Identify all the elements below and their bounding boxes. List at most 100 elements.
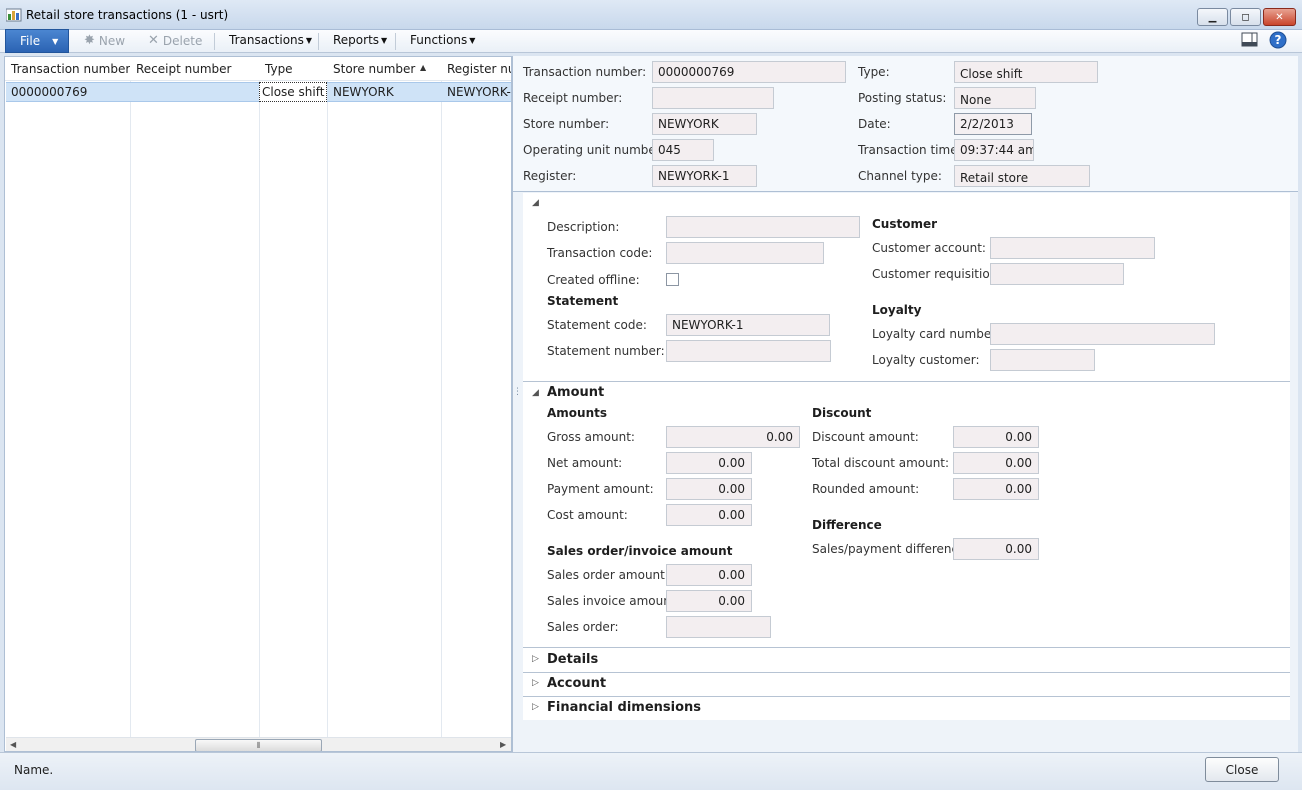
functions-menu[interactable]: Functions ▼ [410, 33, 475, 47]
payment-amount-field[interactable]: 0.00 [666, 478, 752, 500]
column-divider [130, 81, 131, 737]
total-discount-amount-label: Total discount amount: [812, 456, 950, 470]
column-header-register-number[interactable]: Register nur [441, 57, 511, 81]
loyalty-customer-field[interactable] [990, 349, 1095, 371]
new-button[interactable]: ✸ New [84, 33, 125, 48]
column-divider [259, 81, 260, 737]
chevron-down-icon: ▼ [469, 35, 476, 45]
chevron-down-icon: ▼ [52, 36, 59, 46]
status-text: Name. [14, 763, 54, 777]
cell-register-number[interactable]: NEWYORK-1 [447, 85, 511, 99]
account-section-title[interactable]: Account [547, 676, 606, 691]
close-window-button[interactable]: ✕ [1263, 8, 1296, 26]
receipt-number-field[interactable] [652, 87, 774, 109]
posting-status-field[interactable]: None [954, 87, 1036, 109]
column-divider [327, 81, 328, 737]
customer-account-field[interactable] [990, 237, 1155, 259]
amounts-group-title: Amounts [547, 406, 607, 420]
statement-code-field[interactable]: NEWYORK-1 [666, 314, 830, 336]
sales-group-title: Sales order/invoice amount [547, 544, 733, 558]
transaction-time-label: Transaction time: [858, 143, 962, 157]
gross-amount-field[interactable]: 0.00 [666, 426, 800, 448]
maximize-button[interactable]: ◻ [1230, 8, 1261, 26]
created-offline-checkbox[interactable] [666, 273, 679, 286]
new-icon: ✸ [84, 33, 95, 48]
sort-ascending-icon: ▲ [420, 63, 427, 72]
financial-dimensions-section-title[interactable]: Financial dimensions [547, 700, 701, 715]
cost-amount-field[interactable]: 0.00 [666, 504, 752, 526]
details-section-title[interactable]: Details [547, 652, 598, 667]
loyalty-customer-label: Loyalty customer: [872, 353, 980, 367]
statement-number-field[interactable] [666, 340, 831, 362]
loyalty-card-number-label: Loyalty card number: [872, 327, 1000, 341]
file-menu-button[interactable]: File ▼ [5, 29, 69, 53]
operating-unit-field[interactable]: 045 [652, 139, 714, 161]
cell-type[interactable]: Close shift [262, 85, 326, 99]
statement-code-label: Statement code: [547, 318, 647, 332]
type-field[interactable]: Close shift [954, 61, 1098, 83]
minimize-button[interactable]: ▁ [1197, 8, 1228, 26]
description-field[interactable] [666, 216, 860, 238]
sales-payment-difference-field[interactable]: 0.00 [953, 538, 1039, 560]
scroll-left-icon[interactable]: ◀ [10, 740, 16, 749]
delete-label: Delete [162, 33, 203, 48]
minimize-icon: ▁ [1208, 11, 1217, 23]
rounded-amount-field[interactable]: 0.00 [953, 478, 1039, 500]
transaction-time-field[interactable]: 09:37:44 am [954, 139, 1034, 161]
transaction-number-field[interactable]: 0000000769 [652, 61, 846, 83]
transactions-label: Transactions [229, 33, 304, 47]
help-button[interactable]: ? [1269, 31, 1287, 52]
close-button[interactable]: Close [1205, 757, 1279, 782]
date-label: Date: [858, 117, 891, 131]
posting-status-label: Posting status: [858, 91, 947, 105]
expand-triangle-icon[interactable]: ▷ [532, 654, 539, 664]
discount-amount-field[interactable]: 0.00 [953, 426, 1039, 448]
store-number-label: Store number: [523, 117, 610, 131]
channel-type-field[interactable]: Retail store [954, 165, 1090, 187]
delete-button[interactable]: ✕ Delete [148, 33, 202, 48]
column-header-receipt-number[interactable]: Receipt number [130, 57, 259, 81]
store-number-field[interactable]: NEWYORK [652, 113, 757, 135]
reports-menu[interactable]: Reports ▼ [333, 33, 387, 47]
transactions-menu[interactable]: Transactions ▼ [229, 33, 312, 47]
channel-type-label: Channel type: [858, 169, 942, 183]
customer-requisition-label: Customer requisition: [872, 267, 1002, 281]
splitter-grip-icon[interactable]: ⋮ [513, 388, 522, 397]
net-amount-label: Net amount: [547, 456, 623, 470]
loyalty-card-number-field[interactable] [990, 323, 1215, 345]
customer-requisition-field[interactable] [990, 263, 1124, 285]
column-header-transaction-number[interactable]: Transaction number [5, 57, 130, 81]
discount-amount-label: Discount amount: [812, 430, 919, 444]
scroll-right-icon[interactable]: ▶ [500, 740, 506, 749]
cost-amount-label: Cost amount: [547, 508, 628, 522]
collapse-triangle-icon[interactable]: ◢ [532, 388, 539, 398]
difference-group-title: Difference [812, 518, 882, 532]
transaction-code-field[interactable] [666, 242, 824, 264]
total-discount-amount-field[interactable]: 0.00 [953, 452, 1039, 474]
sales-order-amount-field[interactable]: 0.00 [666, 564, 752, 586]
receipt-number-label: Receipt number: [523, 91, 623, 105]
sales-order-field[interactable] [666, 616, 771, 638]
gross-amount-label: Gross amount: [547, 430, 635, 444]
net-amount-field[interactable]: 0.00 [666, 452, 752, 474]
expand-triangle-icon[interactable]: ▷ [532, 678, 539, 688]
cell-store-number[interactable]: NEWYORK [333, 85, 439, 99]
sales-order-label: Sales order: [547, 620, 619, 634]
amount-section-title[interactable]: Amount [547, 385, 604, 400]
expand-triangle-icon[interactable]: ▷ [532, 702, 539, 712]
date-field[interactable]: 2/2/2013 [954, 113, 1032, 135]
transactions-grid: Transaction number Receipt number Type S… [4, 56, 512, 752]
column-header-type[interactable]: Type [259, 57, 327, 81]
sales-invoice-amount-field[interactable]: 0.00 [666, 590, 752, 612]
window-title: Retail store transactions (1 - usrt) [26, 8, 229, 22]
scrollbar-thumb[interactable]: ⦀ [195, 739, 322, 751]
panel-layout-icon [1241, 32, 1258, 47]
created-offline-label: Created offline: [547, 273, 640, 287]
cell-transaction-number[interactable]: 0000000769 [11, 85, 129, 99]
chevron-down-icon: ▼ [305, 35, 313, 45]
layout-toggle-button[interactable] [1241, 32, 1258, 51]
collapse-triangle-icon[interactable]: ◢ [532, 198, 539, 208]
close-icon: ✕ [1275, 11, 1284, 23]
register-field[interactable]: NEWYORK-1 [652, 165, 757, 187]
functions-label: Functions [410, 33, 468, 47]
